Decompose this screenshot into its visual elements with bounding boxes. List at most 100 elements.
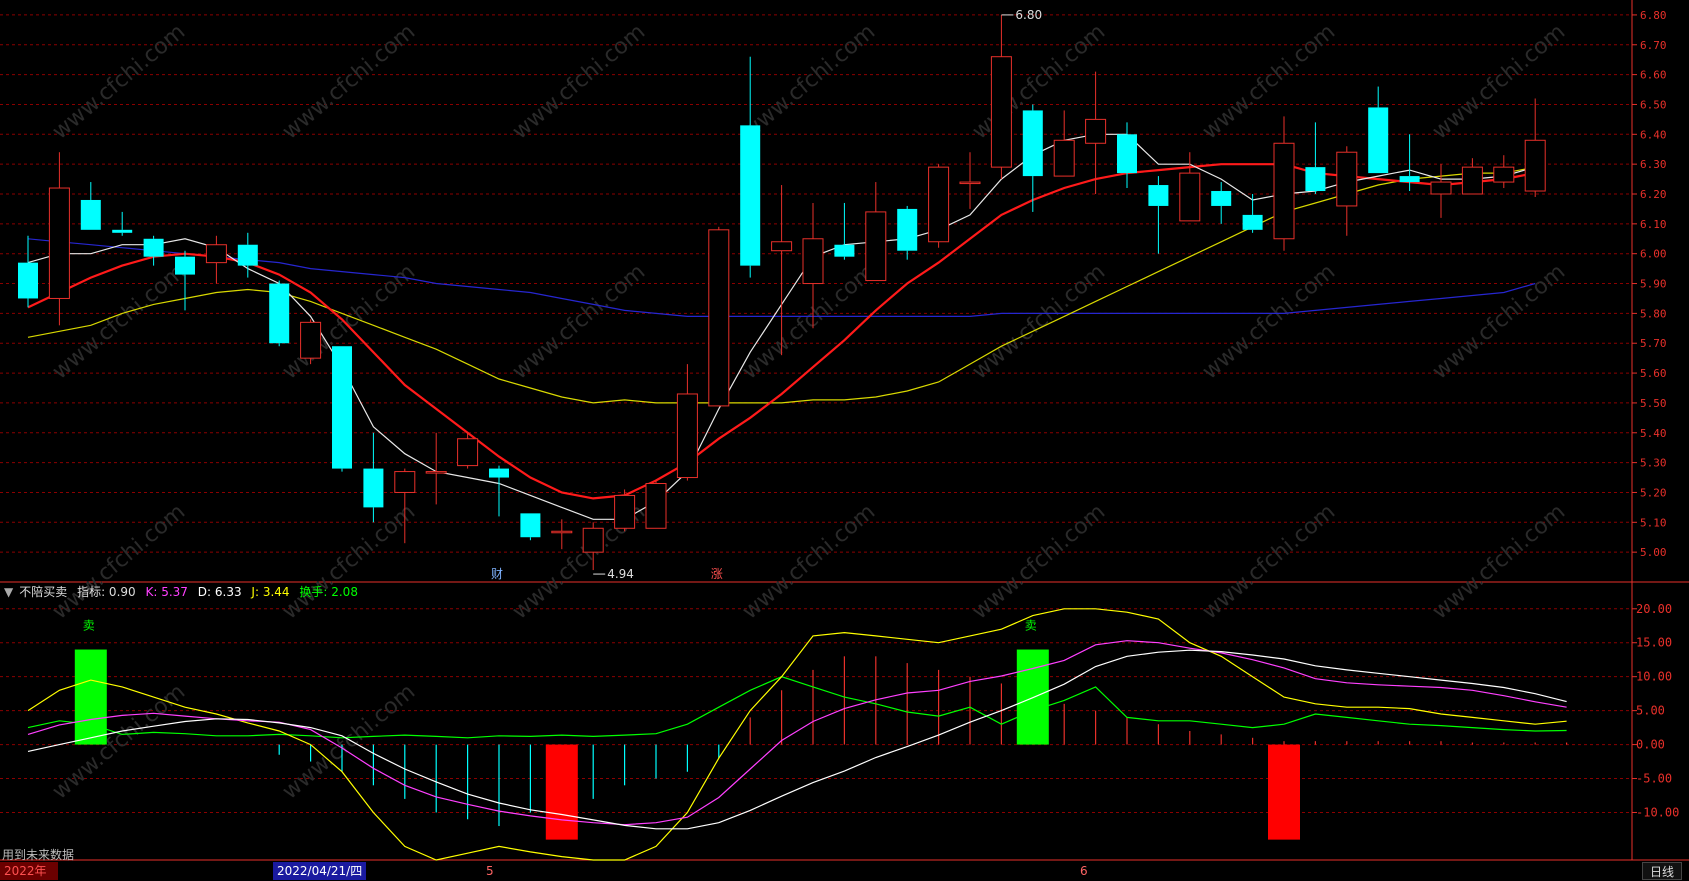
turnover-line xyxy=(27,676,1567,739)
sell-signal-label: 卖 xyxy=(83,619,95,633)
price-tick-label: 5.00 xyxy=(1640,546,1667,559)
k-value: K: 5.37 xyxy=(145,585,188,599)
candle-body[interactable] xyxy=(112,229,133,233)
indicator-tick-label: 20.00 xyxy=(1636,602,1672,616)
price-tick-label: 5.70 xyxy=(1640,337,1667,350)
candle-body[interactable] xyxy=(1053,139,1075,177)
candle-body[interactable] xyxy=(865,211,887,282)
candle-body[interactable] xyxy=(551,530,573,534)
watermark-text: www.cfchi.com xyxy=(738,499,880,624)
candle-body[interactable] xyxy=(520,513,541,538)
candle-body[interactable] xyxy=(740,125,761,266)
candle-body[interactable] xyxy=(332,346,352,469)
watermark-text: www.cfchi.com xyxy=(1428,19,1570,144)
candle-body[interactable] xyxy=(1461,166,1483,195)
candle-body[interactable] xyxy=(1085,118,1107,144)
candle-body[interactable] xyxy=(802,238,824,285)
price-tick-label: 5.10 xyxy=(1640,516,1667,529)
candle-body[interactable] xyxy=(1273,142,1295,240)
indicator-tick-label: -5.00 xyxy=(1636,772,1672,786)
candle-body[interactable] xyxy=(771,241,793,252)
candle-body[interactable] xyxy=(1179,172,1201,222)
candle-body[interactable] xyxy=(205,244,227,264)
candle-body[interactable] xyxy=(457,438,479,467)
candle-body[interactable] xyxy=(1336,151,1358,207)
price-tick-label: 6.20 xyxy=(1640,188,1667,201)
watermark-text: www.cfchi.com xyxy=(508,19,650,144)
candle-body[interactable] xyxy=(614,494,636,529)
extreme-price-label: 4.94 xyxy=(607,567,634,581)
watermark-text: www.cfchi.com xyxy=(968,259,1110,384)
sell-signal-bar[interactable] xyxy=(74,649,107,745)
event-marker[interactable]: 财 xyxy=(491,567,503,581)
watermark-text: www.cfchi.com xyxy=(48,499,190,624)
candle-body[interactable] xyxy=(1524,139,1546,192)
watermark-text: www.cfchi.com xyxy=(1198,499,1340,624)
price-tick-label: 6.00 xyxy=(1640,248,1667,261)
candle-body[interactable] xyxy=(708,229,730,407)
watermark-text: www.cfchi.com xyxy=(1198,19,1340,144)
indicator-tick-label: -10.00 xyxy=(1636,805,1679,819)
candle-body[interactable] xyxy=(300,321,322,359)
candle-body[interactable] xyxy=(1399,176,1420,183)
candle-body[interactable] xyxy=(990,56,1012,168)
price-tick-label: 6.10 xyxy=(1640,218,1667,231)
watermark-text: www.cfchi.com xyxy=(278,499,420,624)
candle-body[interactable] xyxy=(676,393,698,479)
price-tick-label: 5.20 xyxy=(1640,486,1667,499)
month-tick-5: 5 xyxy=(486,864,494,878)
year-label: 2022年 xyxy=(0,862,58,880)
j-value: J: 3.44 xyxy=(251,585,290,599)
candle-body[interactable] xyxy=(80,199,101,230)
candle-body[interactable] xyxy=(175,256,195,275)
collapse-icon[interactable]: ▼ xyxy=(4,585,13,599)
candle-body[interactable] xyxy=(269,283,290,344)
candle-body[interactable] xyxy=(363,468,384,508)
candle-body[interactable] xyxy=(1368,107,1389,174)
candle-body[interactable] xyxy=(48,187,70,299)
candle-body[interactable] xyxy=(425,471,447,474)
candle-body[interactable] xyxy=(237,244,258,266)
j-line xyxy=(27,608,1567,861)
candle-body[interactable] xyxy=(1430,181,1452,195)
buy-signal-bar[interactable] xyxy=(1268,744,1300,840)
chart-canvas[interactable]: 5.00 5.10 5.20 5.30 5.40 5.50 5.60 5.70 5.80 5.90… xyxy=(0,0,1689,880)
indicator-legend: ▼ 不陪买卖 指标: 0.90 K: 5.37 D: 6.33 J: 3.44 换… xyxy=(4,584,364,600)
candle-body[interactable] xyxy=(143,238,164,257)
price-tick-label: 6.70 xyxy=(1640,39,1667,52)
indicator-tick-label: 5.00 xyxy=(1636,704,1665,718)
indicator-name[interactable]: 不陪买卖 xyxy=(19,585,67,599)
candle-body[interactable] xyxy=(834,244,855,257)
price-tick-label: 6.40 xyxy=(1640,128,1667,141)
buy-signal-bar[interactable] xyxy=(545,744,578,840)
watermark-text: www.cfchi.com xyxy=(278,19,420,144)
candle-body[interactable] xyxy=(394,471,416,493)
watermark-text: www.cfchi.com xyxy=(1428,259,1570,384)
cursor-date-label: 2022/04/21/四 xyxy=(273,862,367,880)
d-value: D: 6.33 xyxy=(197,585,242,599)
indicator-tick-label: 15.00 xyxy=(1636,636,1672,650)
turnover-value: 换手: 2.08 xyxy=(299,585,358,599)
price-tick-label: 6.80 xyxy=(1640,9,1667,22)
candle-body[interactable] xyxy=(1242,214,1263,230)
candle-body[interactable] xyxy=(1211,191,1232,206)
indicator-tick-label: 10.00 xyxy=(1636,670,1672,684)
period-button[interactable]: 日线 xyxy=(1642,862,1682,880)
candle-body[interactable] xyxy=(489,468,509,478)
candle-body[interactable] xyxy=(1305,167,1326,192)
candle-body[interactable] xyxy=(1117,134,1137,174)
indicator-tick-label: 0.00 xyxy=(1636,738,1665,752)
candle-body[interactable] xyxy=(582,527,604,553)
price-tick-label: 6.60 xyxy=(1640,69,1667,82)
candle-body[interactable] xyxy=(1022,110,1043,177)
candle-body[interactable] xyxy=(18,262,38,299)
event-marker[interactable]: 涨 xyxy=(711,566,723,581)
candle-body[interactable] xyxy=(897,208,918,251)
candle-body[interactable] xyxy=(1493,166,1515,183)
candle-body[interactable] xyxy=(928,166,950,243)
price-tick-label: 5.60 xyxy=(1640,367,1667,380)
price-tick-label: 5.90 xyxy=(1640,278,1667,291)
candle-body[interactable] xyxy=(959,181,981,185)
candle-body[interactable] xyxy=(1148,185,1169,206)
candle-body[interactable] xyxy=(645,483,667,529)
